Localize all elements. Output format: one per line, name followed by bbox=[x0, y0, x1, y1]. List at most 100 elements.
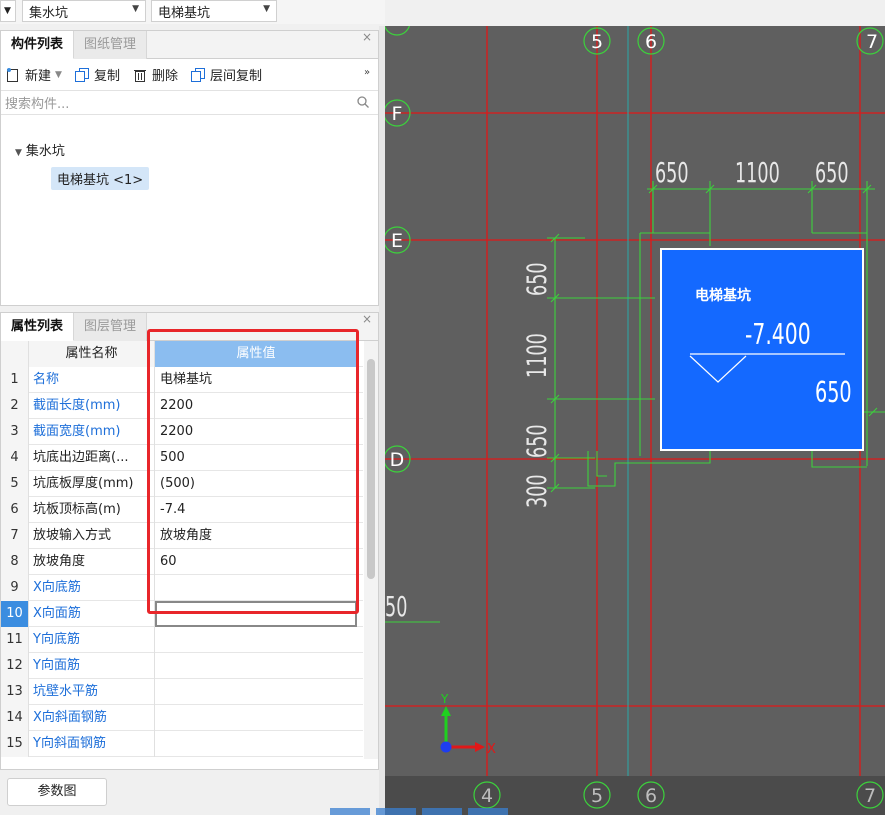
property-row[interactable]: 15 Y向斜面钢筋 bbox=[1, 731, 363, 757]
property-value[interactable]: 2200 bbox=[155, 419, 357, 445]
property-name: X向斜面钢筋 bbox=[29, 705, 155, 731]
grid-label-left: D bbox=[390, 449, 405, 471]
property-value[interactable]: -7.4 bbox=[155, 497, 357, 523]
property-name: X向底筋 bbox=[29, 575, 155, 601]
elevator-pit[interactable]: 电梯基坑 -7.400 650 bbox=[660, 248, 864, 451]
property-row[interactable]: 6 坑板顶标高(m) -7.4 bbox=[1, 497, 363, 523]
property-value[interactable]: 电梯基坑 bbox=[155, 367, 357, 393]
property-name: 坑壁水平筋 bbox=[29, 679, 155, 705]
row-number-header bbox=[1, 341, 29, 367]
floor-copy-button[interactable]: 层间复制 bbox=[190, 65, 262, 84]
property-name: Y向斜面钢筋 bbox=[29, 731, 155, 757]
row-number: 13 bbox=[1, 679, 29, 705]
property-list-panel: 属性列表 图层管理 × 属性名称 属性值 1 名称 电梯基坑 2 截面长度(mm) 220… bbox=[0, 312, 379, 770]
cad-viewport[interactable]: 5 6 7 F E D 650 1100 650 650 1100 650 30… bbox=[385, 26, 885, 815]
search-input[interactable]: 搜索构件... bbox=[5, 93, 69, 112]
dim-left: 300 bbox=[522, 474, 553, 508]
property-name: 坑底板厚度(mm) bbox=[29, 471, 155, 497]
copy-button-label: 复制 bbox=[93, 69, 120, 84]
property-value[interactable] bbox=[155, 731, 357, 757]
scrollbar-thumb[interactable] bbox=[367, 359, 375, 579]
expand-icon[interactable]: ▼ bbox=[15, 148, 22, 158]
search-icon[interactable] bbox=[356, 95, 370, 109]
property-value[interactable] bbox=[155, 627, 357, 653]
component-search[interactable]: 搜索构件... bbox=[1, 91, 378, 115]
property-row[interactable]: 14 X向斜面钢筋 bbox=[1, 705, 363, 731]
property-value[interactable] bbox=[155, 653, 357, 679]
dim-left: 650 bbox=[522, 424, 553, 458]
property-value[interactable]: 60 bbox=[155, 549, 357, 575]
tree-group-label: 集水坑 bbox=[25, 144, 65, 159]
property-scrollbar[interactable] bbox=[364, 341, 378, 759]
property-value[interactable] bbox=[155, 679, 357, 705]
component-type-value: 集水坑 bbox=[29, 5, 69, 21]
grid-label-left: F bbox=[392, 103, 403, 125]
component-type-dropdown[interactable]: 集水坑 ▼ bbox=[22, 0, 146, 22]
new-button[interactable]: 新建 bbox=[5, 65, 51, 84]
tab-layer-management[interactable]: 图层管理 bbox=[74, 313, 148, 341]
property-row[interactable]: 9 X向底筋 bbox=[1, 575, 363, 601]
grid-label-bottom: 4 bbox=[481, 785, 493, 807]
component-toolbar: 新建 ▼ 复制 删除 层间复制 » bbox=[1, 59, 378, 91]
row-number: 9 bbox=[1, 575, 29, 601]
bottom-status-icons bbox=[330, 808, 630, 815]
left-partial-label: 50 bbox=[385, 592, 407, 623]
property-row[interactable]: 4 坑底出边距离(... 500 bbox=[1, 445, 363, 471]
property-row[interactable]: 12 Y向面筋 bbox=[1, 653, 363, 679]
property-value[interactable] bbox=[155, 705, 357, 731]
axis-y-label: Y bbox=[440, 692, 449, 706]
property-row[interactable]: 10 X向面筋 bbox=[1, 601, 363, 627]
property-value-header: 属性值 bbox=[155, 341, 357, 367]
left-dropdown-arrow[interactable]: ▼ bbox=[0, 0, 16, 22]
grid-label-bottom: 5 bbox=[591, 785, 603, 807]
property-row[interactable]: 5 坑底板厚度(mm) (500) bbox=[1, 471, 363, 497]
property-value[interactable]: 2200 bbox=[155, 393, 357, 419]
copy-icon bbox=[74, 67, 89, 82]
property-name: 坑板顶标高(m) bbox=[29, 497, 155, 523]
floor-copy-icon bbox=[190, 67, 205, 82]
dim-top: 1100 bbox=[735, 158, 780, 189]
property-value[interactable] bbox=[155, 575, 357, 601]
property-name: Y向底筋 bbox=[29, 627, 155, 653]
copy-button[interactable]: 复制 bbox=[74, 65, 120, 84]
property-row[interactable]: 8 放坡角度 60 bbox=[1, 549, 363, 575]
new-file-icon bbox=[7, 67, 18, 82]
close-icon[interactable]: × bbox=[362, 30, 372, 44]
row-number: 15 bbox=[1, 731, 29, 757]
row-number: 2 bbox=[1, 393, 29, 419]
property-row[interactable]: 13 坑壁水平筋 bbox=[1, 679, 363, 705]
tab-property-list[interactable]: 属性列表 bbox=[1, 313, 75, 341]
property-name: 放坡角度 bbox=[29, 549, 155, 575]
property-name-header: 属性名称 bbox=[29, 341, 155, 367]
tab-component-list[interactable]: 构件列表 bbox=[1, 31, 75, 59]
app-root: ▼ 集水坑 ▼ 电梯基坑 ▼ 构件列表 图纸管理 × 新建 ▼ 复制 删除 层间… bbox=[0, 0, 885, 815]
property-row[interactable]: 7 放坡输入方式 放坡角度 bbox=[1, 523, 363, 549]
trash-icon bbox=[133, 69, 146, 82]
tab-drawing-management[interactable]: 图纸管理 bbox=[74, 31, 148, 59]
property-value[interactable]: 500 bbox=[155, 445, 357, 471]
component-name-dropdown[interactable]: 电梯基坑 ▼ bbox=[151, 0, 277, 22]
row-number: 1 bbox=[1, 367, 29, 393]
property-row[interactable]: 2 截面长度(mm) 2200 bbox=[1, 393, 363, 419]
tree-group-sump[interactable]: ▼ 集水坑 bbox=[15, 140, 65, 159]
tree-item-elevator-pit[interactable]: 电梯基坑 <1> bbox=[51, 167, 150, 190]
property-value[interactable] bbox=[155, 601, 357, 627]
property-row[interactable]: 1 名称 电梯基坑 bbox=[1, 367, 363, 393]
component-name-value: 电梯基坑 bbox=[158, 5, 211, 21]
floor-copy-button-label: 层间复制 bbox=[209, 69, 262, 84]
parameter-diagram-button[interactable]: 参数图 bbox=[7, 778, 107, 806]
close-icon[interactable]: × bbox=[362, 312, 372, 326]
property-row[interactable]: 3 截面宽度(mm) 2200 bbox=[1, 419, 363, 445]
delete-button[interactable]: 删除 bbox=[132, 65, 178, 84]
grid-label-top: 6 bbox=[645, 31, 657, 53]
property-value[interactable]: (500) bbox=[155, 471, 357, 497]
property-row[interactable]: 11 Y向底筋 bbox=[1, 627, 363, 653]
grid-label-bottom: 6 bbox=[645, 785, 657, 807]
new-button-label: 新建 bbox=[25, 69, 52, 84]
property-value[interactable]: 放坡角度 bbox=[155, 523, 357, 549]
property-name: 名称 bbox=[29, 367, 155, 393]
row-number: 5 bbox=[1, 471, 29, 497]
property-name: 截面宽度(mm) bbox=[29, 419, 155, 445]
new-dropdown-arrow[interactable]: ▼ bbox=[55, 70, 62, 80]
toolbar-overflow-button[interactable]: » bbox=[360, 67, 374, 83]
